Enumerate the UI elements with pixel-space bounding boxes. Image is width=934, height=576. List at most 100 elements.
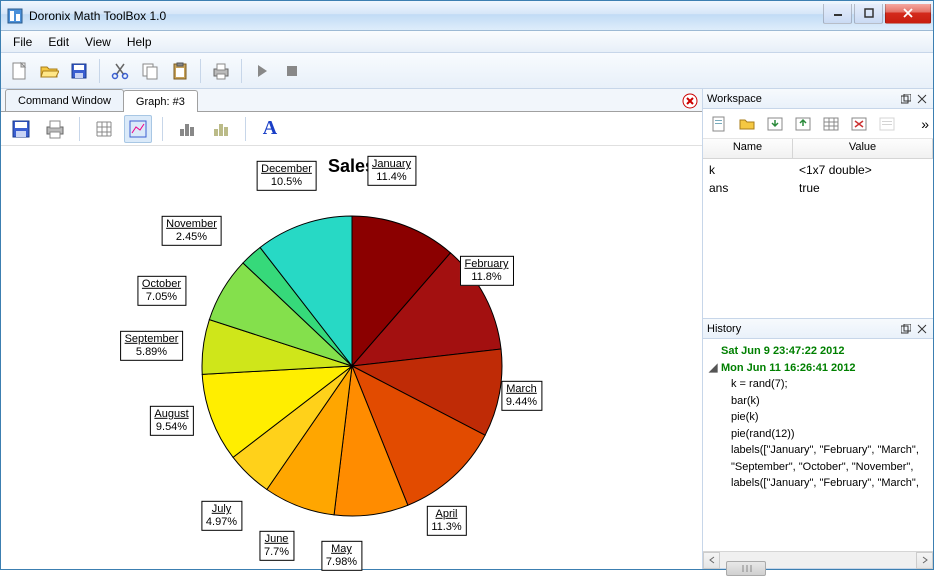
history-session[interactable]: Sat Jun 9 23:47:22 2012 [709, 343, 927, 360]
var-name: k [709, 163, 799, 177]
column-name[interactable]: Name [703, 139, 793, 158]
separator [245, 117, 246, 141]
window-title: Doronix Math ToolBox 1.0 [29, 9, 823, 23]
slice-label: March9.44% [501, 381, 542, 411]
bars-button[interactable] [173, 115, 201, 143]
print-button[interactable] [207, 57, 235, 85]
window-controls [823, 8, 931, 24]
ws-new-icon[interactable] [707, 112, 731, 136]
undock-icon[interactable] [899, 92, 913, 106]
history-header[interactable]: History [703, 319, 933, 339]
workspace-row[interactable]: k<1x7 double> [703, 161, 933, 179]
axes-button[interactable] [124, 115, 152, 143]
side-pane: Workspace » Name Val [703, 89, 933, 569]
slice-label: January11.4% [367, 156, 416, 186]
history-command[interactable]: labels(["January", "February", "March", [709, 442, 927, 459]
slice-label: December10.5% [256, 161, 317, 191]
history-command[interactable]: bar(k) [709, 393, 927, 410]
history-title: History [707, 323, 897, 335]
history-command[interactable]: k = rand(7); [709, 376, 927, 393]
history-session[interactable]: ◢Mon Jun 11 16:26:41 2012 [709, 360, 927, 377]
menu-edit[interactable]: Edit [40, 31, 77, 52]
scroll-thumb[interactable] [726, 561, 766, 576]
tree-toggle-icon[interactable]: ◢ [709, 360, 719, 377]
save-button[interactable] [65, 57, 93, 85]
separator [162, 117, 163, 141]
ws-import-icon[interactable] [763, 112, 787, 136]
text-button[interactable]: A [256, 115, 284, 143]
ws-props-icon[interactable] [875, 112, 899, 136]
new-button[interactable] [5, 57, 33, 85]
history-panel: History Sat Jun 9 23:47:22 2012◢Mon Jun … [703, 319, 933, 569]
close-button[interactable] [885, 4, 931, 24]
var-value: <1x7 double> [799, 163, 872, 177]
menu-view[interactable]: View [77, 31, 119, 52]
main-pane: Command Window Graph: #3 A Sales [1, 89, 703, 569]
slice-label: November2.45% [161, 216, 222, 246]
ws-open-icon[interactable] [735, 112, 759, 136]
column-value[interactable]: Value [793, 139, 933, 158]
slice-label: August9.54% [149, 406, 193, 436]
app-window: Doronix Math ToolBox 1.0 File Edit View … [0, 0, 934, 570]
titlebar[interactable]: Doronix Math ToolBox 1.0 [1, 1, 933, 31]
workspace-table: Name Value k<1x7 double>anstrue [703, 139, 933, 199]
slice-label: June7.7% [259, 531, 294, 561]
workspace-table-header[interactable]: Name Value [703, 139, 933, 159]
scroll-left-icon[interactable] [703, 552, 720, 569]
separator [241, 59, 242, 83]
scroll-right-icon[interactable] [916, 552, 933, 569]
cut-button[interactable] [106, 57, 134, 85]
ws-table-icon[interactable] [819, 112, 843, 136]
close-panel-icon[interactable] [915, 322, 929, 336]
history-command[interactable]: pie(rand(12)) [709, 426, 927, 443]
slice-label: May7.98% [321, 541, 362, 571]
menubar: File Edit View Help [1, 31, 933, 53]
ws-export-icon[interactable] [791, 112, 815, 136]
history-command[interactable]: labels(["January", "February", "March", [709, 475, 927, 492]
document-tabs: Command Window Graph: #3 [1, 89, 702, 112]
paste-button[interactable] [166, 57, 194, 85]
minimize-button[interactable] [823, 4, 852, 24]
history-command[interactable]: "September", "October", "November", [709, 459, 927, 476]
history-body[interactable]: Sat Jun 9 23:47:22 2012◢Mon Jun 11 16:26… [703, 339, 933, 551]
close-tab-icon[interactable] [682, 93, 698, 109]
stop-button[interactable] [278, 57, 306, 85]
workspace-title: Workspace [707, 93, 897, 105]
chart-area: Sales January11.4% February11.8% March9.44… [1, 146, 702, 569]
pie-chart [192, 206, 512, 526]
run-button[interactable] [248, 57, 276, 85]
slice-label: September5.89% [120, 331, 184, 361]
var-value: true [799, 181, 820, 195]
grid-button[interactable] [90, 115, 118, 143]
slice-label: October7.05% [137, 276, 186, 306]
graph-save-button[interactable] [7, 115, 35, 143]
menu-file[interactable]: File [5, 31, 40, 52]
separator [200, 59, 201, 83]
open-button[interactable] [35, 57, 63, 85]
undock-icon[interactable] [899, 322, 913, 336]
workspace-header[interactable]: Workspace [703, 89, 933, 109]
bars2-button[interactable] [207, 115, 235, 143]
menu-help[interactable]: Help [119, 31, 160, 52]
graph-toolbar: A [1, 112, 702, 146]
tab-command-window[interactable]: Command Window [5, 89, 124, 111]
history-command[interactable]: pie(k) [709, 409, 927, 426]
chart-title: Sales [1, 156, 702, 177]
content-area: Command Window Graph: #3 A Sales [1, 89, 933, 569]
tab-graph[interactable]: Graph: #3 [123, 90, 198, 112]
ws-delete-icon[interactable] [847, 112, 871, 136]
workspace-toolbar: » [703, 109, 933, 139]
workspace-panel: Workspace » Name Val [703, 89, 933, 319]
history-scrollbar[interactable] [703, 551, 933, 568]
close-panel-icon[interactable] [915, 92, 929, 106]
separator [79, 117, 80, 141]
ws-overflow-icon[interactable]: » [921, 116, 929, 132]
app-icon [7, 8, 23, 24]
workspace-row[interactable]: anstrue [703, 179, 933, 197]
graph-print-button[interactable] [41, 115, 69, 143]
copy-button[interactable] [136, 57, 164, 85]
maximize-button[interactable] [854, 4, 883, 24]
slice-label: February11.8% [459, 256, 513, 286]
main-toolbar [1, 53, 933, 89]
separator [99, 59, 100, 83]
